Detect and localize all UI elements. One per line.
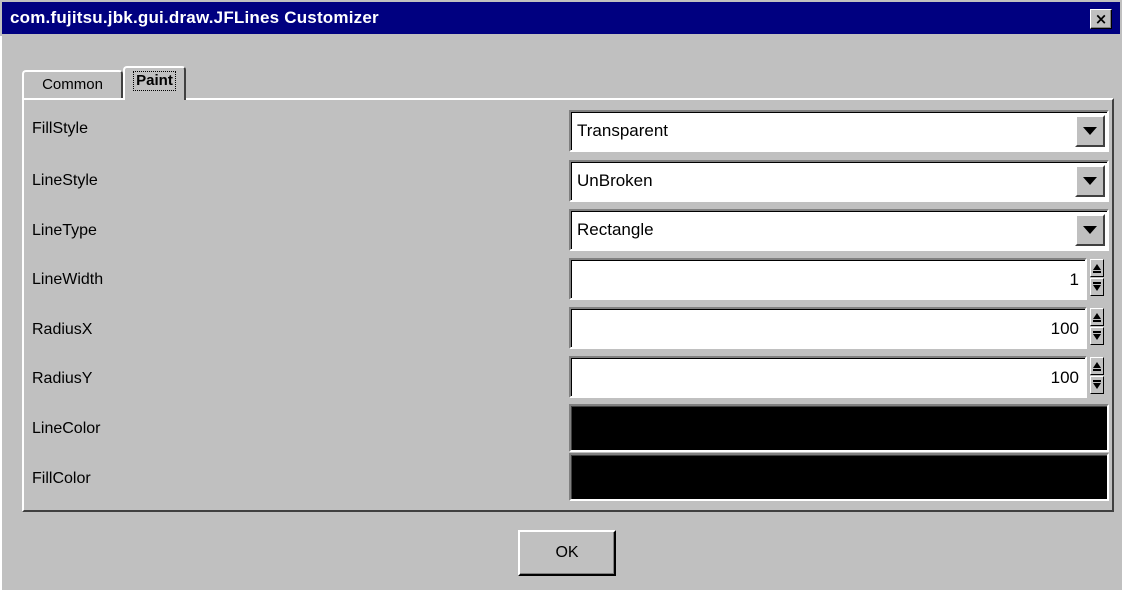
line-type-dropdown-button[interactable] [1075, 214, 1105, 246]
window-title: com.fujitsu.jbk.gui.draw.JFLines Customi… [10, 8, 379, 27]
tab-common[interactable]: Common [22, 70, 123, 98]
spinner-down-icon[interactable] [1090, 376, 1104, 394]
ok-button[interactable]: OK [518, 530, 616, 576]
line-width-spinner[interactable] [1088, 257, 1106, 299]
chevron-down-icon [1083, 226, 1097, 234]
line-type-value: Rectangle [577, 220, 654, 239]
fill-color-label: FillColor [32, 470, 91, 487]
radius-x-label: RadiusX [32, 321, 93, 338]
line-color-label: LineColor [32, 420, 101, 437]
line-color-swatch[interactable] [569, 404, 1109, 452]
radius-x-input[interactable]: 100 [569, 307, 1087, 349]
fill-color-swatch[interactable] [569, 453, 1109, 501]
radius-y-label: RadiusY [32, 370, 93, 387]
close-icon[interactable]: × [1090, 9, 1112, 29]
fill-style-select[interactable]: Transparent [569, 110, 1109, 152]
line-width-value: 1 [1069, 270, 1079, 289]
radius-y-spinner[interactable] [1088, 355, 1106, 397]
fill-style-value: Transparent [577, 121, 669, 140]
line-style-select[interactable]: UnBroken [569, 160, 1109, 202]
tab-common-label: Common [42, 76, 103, 93]
spinner-up-icon[interactable] [1090, 357, 1104, 375]
line-style-label: LineStyle [32, 172, 98, 189]
line-width-input[interactable]: 1 [569, 258, 1087, 300]
radius-x-value: 100 [1050, 319, 1079, 338]
spinner-down-icon[interactable] [1090, 327, 1104, 345]
radius-x-spinner[interactable] [1088, 306, 1106, 348]
radius-y-input[interactable]: 100 [569, 356, 1087, 398]
line-width-label: LineWidth [32, 271, 104, 288]
line-type-select[interactable]: Rectangle [569, 209, 1109, 251]
spinner-up-icon[interactable] [1090, 308, 1104, 326]
line-style-value: UnBroken [577, 171, 653, 190]
fill-style-label: FillStyle [32, 120, 89, 137]
spinner-up-icon[interactable] [1090, 259, 1104, 277]
fill-style-dropdown-button[interactable] [1075, 115, 1105, 147]
line-style-dropdown-button[interactable] [1075, 165, 1105, 197]
spinner-down-icon[interactable] [1090, 278, 1104, 296]
tab-paint-label: Paint [133, 71, 176, 91]
tab-paint[interactable]: Paint [123, 66, 186, 100]
title-bar: com.fujitsu.jbk.gui.draw.JFLines Customi… [0, 0, 1122, 36]
radius-y-value: 100 [1050, 368, 1079, 387]
window-edge [0, 36, 2, 590]
chevron-down-icon [1083, 177, 1097, 185]
line-type-label: LineType [32, 222, 97, 239]
chevron-down-icon [1083, 127, 1097, 135]
